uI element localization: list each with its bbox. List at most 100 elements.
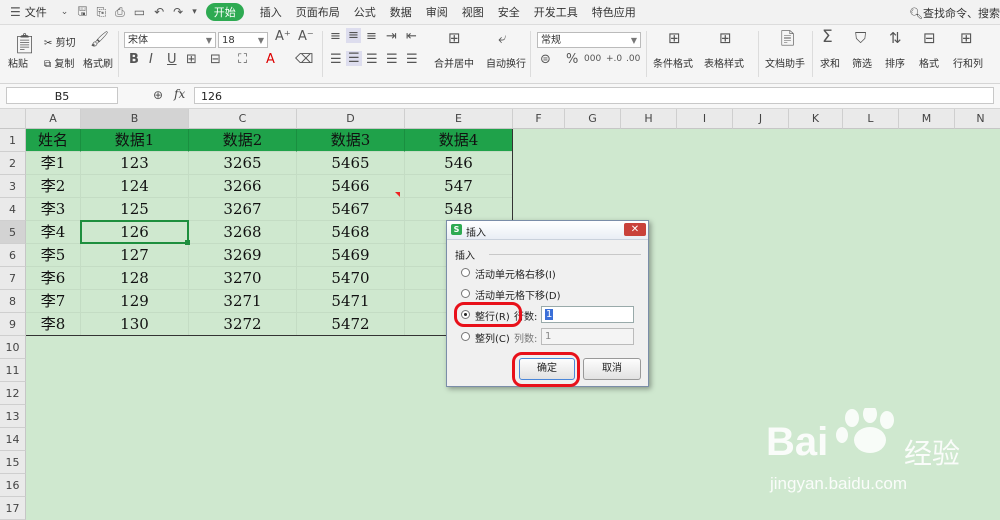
table-cell[interactable]: 李6 [26,267,81,290]
header-cell[interactable]: 数据1 [81,129,189,152]
row-header-3[interactable]: 3 [0,175,26,198]
doc-helper-icon[interactable]: 📄︎ [778,29,797,47]
column-header-f[interactable]: F [513,109,565,129]
close-icon[interactable]: ✕ [624,223,646,236]
table-cell[interactable]: 3265 [189,152,297,175]
column-header-j[interactable]: J [733,109,789,129]
row-header-10[interactable]: 10 [0,336,26,359]
table-cell[interactable]: 3269 [189,244,297,267]
table-cell[interactable]: 123 [81,152,189,175]
header-cell[interactable]: 数据4 [405,129,513,152]
table-style-icon[interactable]: ⊞ [719,29,732,47]
sum-button[interactable]: 求和 [820,55,840,70]
table-cell[interactable]: 3272 [189,313,297,336]
save-icon[interactable]: 🖫 [77,2,87,23]
shift-down-radio[interactable] [461,289,470,298]
table-cell[interactable]: 128 [81,267,189,290]
table-cell[interactable]: 548 [405,198,513,221]
table-cell[interactable]: 129 [81,290,189,313]
row-col-icon[interactable]: ⊞ [960,29,973,47]
entire-col-radio[interactable] [461,332,470,341]
row-header-15[interactable]: 15 [0,451,26,474]
cancel-button[interactable]: 取消 [583,358,641,380]
justify-icon[interactable]: ☰ [386,52,398,67]
tab-start[interactable]: 开始 [205,3,244,21]
row-header-9[interactable]: 9 [0,313,26,336]
zoom-icon[interactable]: ⊕ [153,88,163,102]
underline-icon[interactable]: U [167,52,177,67]
row-header-5[interactable]: 5 [0,221,26,244]
tab-view[interactable]: 视图 [462,4,484,20]
conditional-format-icon[interactable]: ⊞ [668,29,681,47]
increase-decimal-icon[interactable]: +.0 [606,54,622,64]
file-menu[interactable]: 文件 [25,4,47,20]
format-button[interactable]: 格式 [919,55,939,70]
sort-button[interactable]: 排序 [885,55,905,70]
table-style-button[interactable]: 表格样式 [704,55,744,70]
table-cell[interactable]: 5471 [297,290,405,313]
tab-security[interactable]: 安全 [498,4,520,20]
table-cell[interactable]: 127 [81,244,189,267]
column-header-b[interactable]: B [81,109,189,129]
cut-button[interactable]: ✂ 剪切 [44,34,76,49]
row-header-14[interactable]: 14 [0,428,26,451]
column-header-m[interactable]: M [899,109,955,129]
table-cell[interactable]: 李3 [26,198,81,221]
table-cell[interactable]: 3268 [189,221,297,244]
column-header-a[interactable]: A [26,109,81,129]
sum-icon[interactable]: Σ [822,27,833,47]
tab-insert[interactable]: 插入 [260,4,282,20]
align-center-icon[interactable]: ☰ [346,51,362,66]
shift-down-label[interactable]: 活动单元格下移(D) [475,287,561,302]
entire-col-label[interactable]: 整列(C) [475,330,510,345]
table-cell[interactable]: 130 [81,313,189,336]
align-right-icon[interactable]: ☰ [366,52,378,67]
clear-icon[interactable]: ⌫ [295,52,313,67]
table-cell[interactable]: 5472 [297,313,405,336]
percent-icon[interactable]: % [566,52,578,67]
select-all-corner[interactable] [0,109,26,129]
bold-icon[interactable]: B [129,52,139,67]
row-header-1[interactable]: 1 [0,129,26,152]
preview-icon[interactable]: ▭ [134,5,145,19]
table-cell[interactable]: 5470 [297,267,405,290]
command-search[interactable]: 🔍︎查找命令、搜索 [909,5,1000,21]
table-cell[interactable]: 3271 [189,290,297,313]
paste-icon[interactable]: 📋︎ [12,31,37,55]
more-icon[interactable]: ▾ [192,7,197,17]
decrease-decimal-icon[interactable]: .00 [626,54,640,64]
align-bottom-icon[interactable]: ≡ [366,29,377,44]
row-header-4[interactable]: 4 [0,198,26,221]
table-cell[interactable]: 5465 [297,152,405,175]
font-color-icon[interactable]: A [266,52,275,67]
fx-icon[interactable]: fx [174,87,185,101]
table-cell[interactable]: 125 [81,198,189,221]
name-box[interactable]: B5 [6,87,118,104]
fill-color-icon[interactable]: ⊟ [210,52,221,67]
row-col-button[interactable]: 行和列 [953,55,983,70]
row-header-2[interactable]: 2 [0,152,26,175]
wrap-text-icon[interactable]: ⤶ [498,29,506,47]
export-icon[interactable]: ⎘ [97,5,107,20]
table-cell[interactable]: 李2 [26,175,81,198]
header-cell[interactable]: 姓名 [26,129,81,152]
row-header-12[interactable]: 12 [0,382,26,405]
wrap-text-button[interactable]: 自动换行 [486,55,526,70]
table-cell[interactable]: 3266 [189,175,297,198]
tab-formula[interactable]: 公式 [354,4,376,20]
tab-special[interactable]: 特色应用 [592,4,636,20]
table-cell[interactable]: 李1 [26,152,81,175]
font-name-select[interactable]: 宋体 ▼ [124,32,216,48]
doc-helper-button[interactable]: 文档助手 [765,55,805,70]
print-icon[interactable]: ⎙ [115,5,125,20]
align-middle-icon[interactable]: ≡ [346,28,361,43]
redo-icon[interactable]: ↷ [173,5,183,19]
outdent-icon[interactable]: ⇤ [406,29,417,44]
row-header-7[interactable]: 7 [0,267,26,290]
italic-icon[interactable]: I [149,52,153,67]
column-header-l[interactable]: L [843,109,899,129]
distribute-icon[interactable]: ☰ [406,52,418,67]
table-cell[interactable]: 124 [81,175,189,198]
header-cell[interactable]: 数据2 [189,129,297,152]
table-cell[interactable]: 李5 [26,244,81,267]
